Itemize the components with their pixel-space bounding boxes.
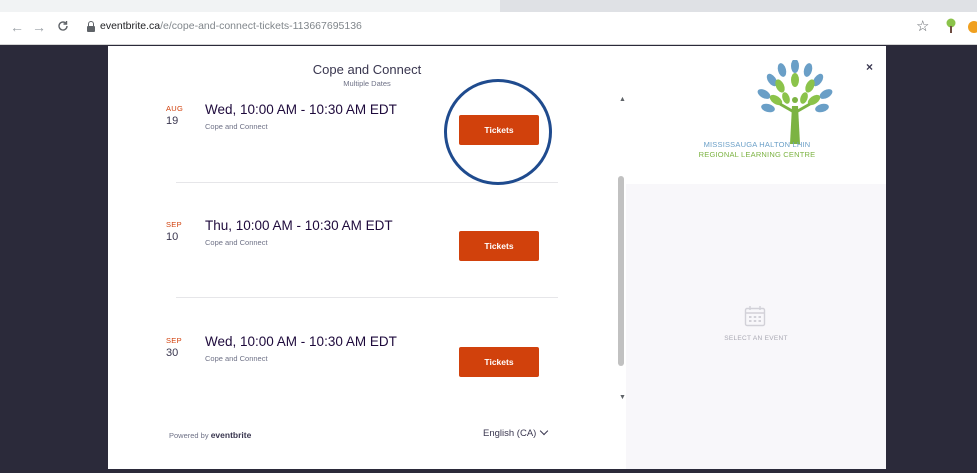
event-day: 30 xyxy=(166,347,179,359)
event-modal: Cope and Connect Multiple Dates AUG 19 W… xyxy=(108,46,886,469)
forward-icon[interactable]: → xyxy=(30,18,48,36)
calendar-icon xyxy=(744,306,766,327)
select-event-prompt: SELECT AN EVENT xyxy=(724,335,788,342)
active-tab[interactable] xyxy=(0,0,500,12)
event-list-panel: Cope and Connect Multiple Dates AUG 19 W… xyxy=(108,46,618,469)
tickets-button[interactable]: Tickets xyxy=(459,115,539,145)
extension-badge-icon[interactable] xyxy=(968,21,977,33)
tree-extension-icon[interactable] xyxy=(944,18,958,38)
scroll-up-icon[interactable]: ▲ xyxy=(619,96,626,103)
language-label: English (CA) xyxy=(483,428,537,439)
url-text[interactable]: eventbrite.ca/e/cope-and-connect-tickets… xyxy=(100,20,362,32)
chevron-down-icon xyxy=(540,426,549,436)
language-select[interactable]: English (CA) xyxy=(483,426,549,439)
event-month: AUG xyxy=(166,104,184,113)
browser-toolbar: ← → eventbrite.ca/e/cope-and-connect-tic… xyxy=(0,12,977,45)
list-item: SEP 30 Wed, 10:00 AM - 10:30 AM EDT Cope… xyxy=(158,334,578,394)
organizer-logo-area: MISSISSAUGA HALTON LHIN REGIONAL LEARNIN… xyxy=(626,46,886,184)
modal-title: Cope and Connect xyxy=(312,62,422,77)
event-month: SEP xyxy=(166,220,182,229)
tree-logo-icon xyxy=(757,60,833,144)
list-item: AUG 19 Wed, 10:00 AM - 10:30 AM EDT Cope… xyxy=(158,102,578,162)
tickets-button[interactable]: Tickets xyxy=(459,231,539,261)
divider xyxy=(176,297,558,298)
event-day: 19 xyxy=(166,115,179,127)
powered-by-label: Powered by xyxy=(169,431,209,440)
tickets-button[interactable]: Tickets xyxy=(459,347,539,377)
scrollbar[interactable]: ▲ ▼ xyxy=(616,94,626,404)
scroll-thumb[interactable] xyxy=(618,176,624,366)
scroll-down-icon[interactable]: ▼ xyxy=(619,394,626,401)
reload-icon[interactable] xyxy=(54,18,72,36)
modal-subtitle: Multiple Dates xyxy=(343,79,391,88)
event-time: Thu, 10:00 AM - 10:30 AM EDT xyxy=(205,218,393,233)
tab-strip xyxy=(0,0,977,12)
event-organizer: Cope and Connect xyxy=(205,238,268,247)
event-day: 10 xyxy=(166,231,179,243)
logo-line-2: REGIONAL LEARNING CENTRE xyxy=(698,150,816,159)
divider xyxy=(176,182,558,183)
list-item: SEP 10 Thu, 10:00 AM - 10:30 AM EDT Cope… xyxy=(158,218,578,278)
event-organizer: Cope and Connect xyxy=(205,122,268,131)
organizer-logo-text: MISSISSAUGA HALTON LHIN REGIONAL LEARNIN… xyxy=(672,140,842,159)
event-organizer: Cope and Connect xyxy=(205,354,268,363)
event-time: Wed, 10:00 AM - 10:30 AM EDT xyxy=(205,334,397,349)
logo-line-1: MISSISSAUGA HALTON LHIN xyxy=(703,140,811,149)
back-icon[interactable]: ← xyxy=(8,18,26,36)
powered-by: Powered by eventbrite xyxy=(169,430,251,440)
lock-icon xyxy=(86,21,96,33)
address-bar[interactable]: eventbrite.ca/e/cope-and-connect-tickets… xyxy=(86,16,906,40)
event-time: Wed, 10:00 AM - 10:30 AM EDT xyxy=(205,102,397,117)
eventbrite-logo[interactable]: eventbrite xyxy=(211,430,252,440)
bookmark-star-icon[interactable]: ☆ xyxy=(916,18,929,36)
checkout-placeholder: SELECT AN EVENT xyxy=(626,184,886,469)
event-month: SEP xyxy=(166,336,182,345)
close-icon[interactable]: × xyxy=(866,60,873,74)
event-side-panel: MISSISSAUGA HALTON LHIN REGIONAL LEARNIN… xyxy=(626,46,886,469)
